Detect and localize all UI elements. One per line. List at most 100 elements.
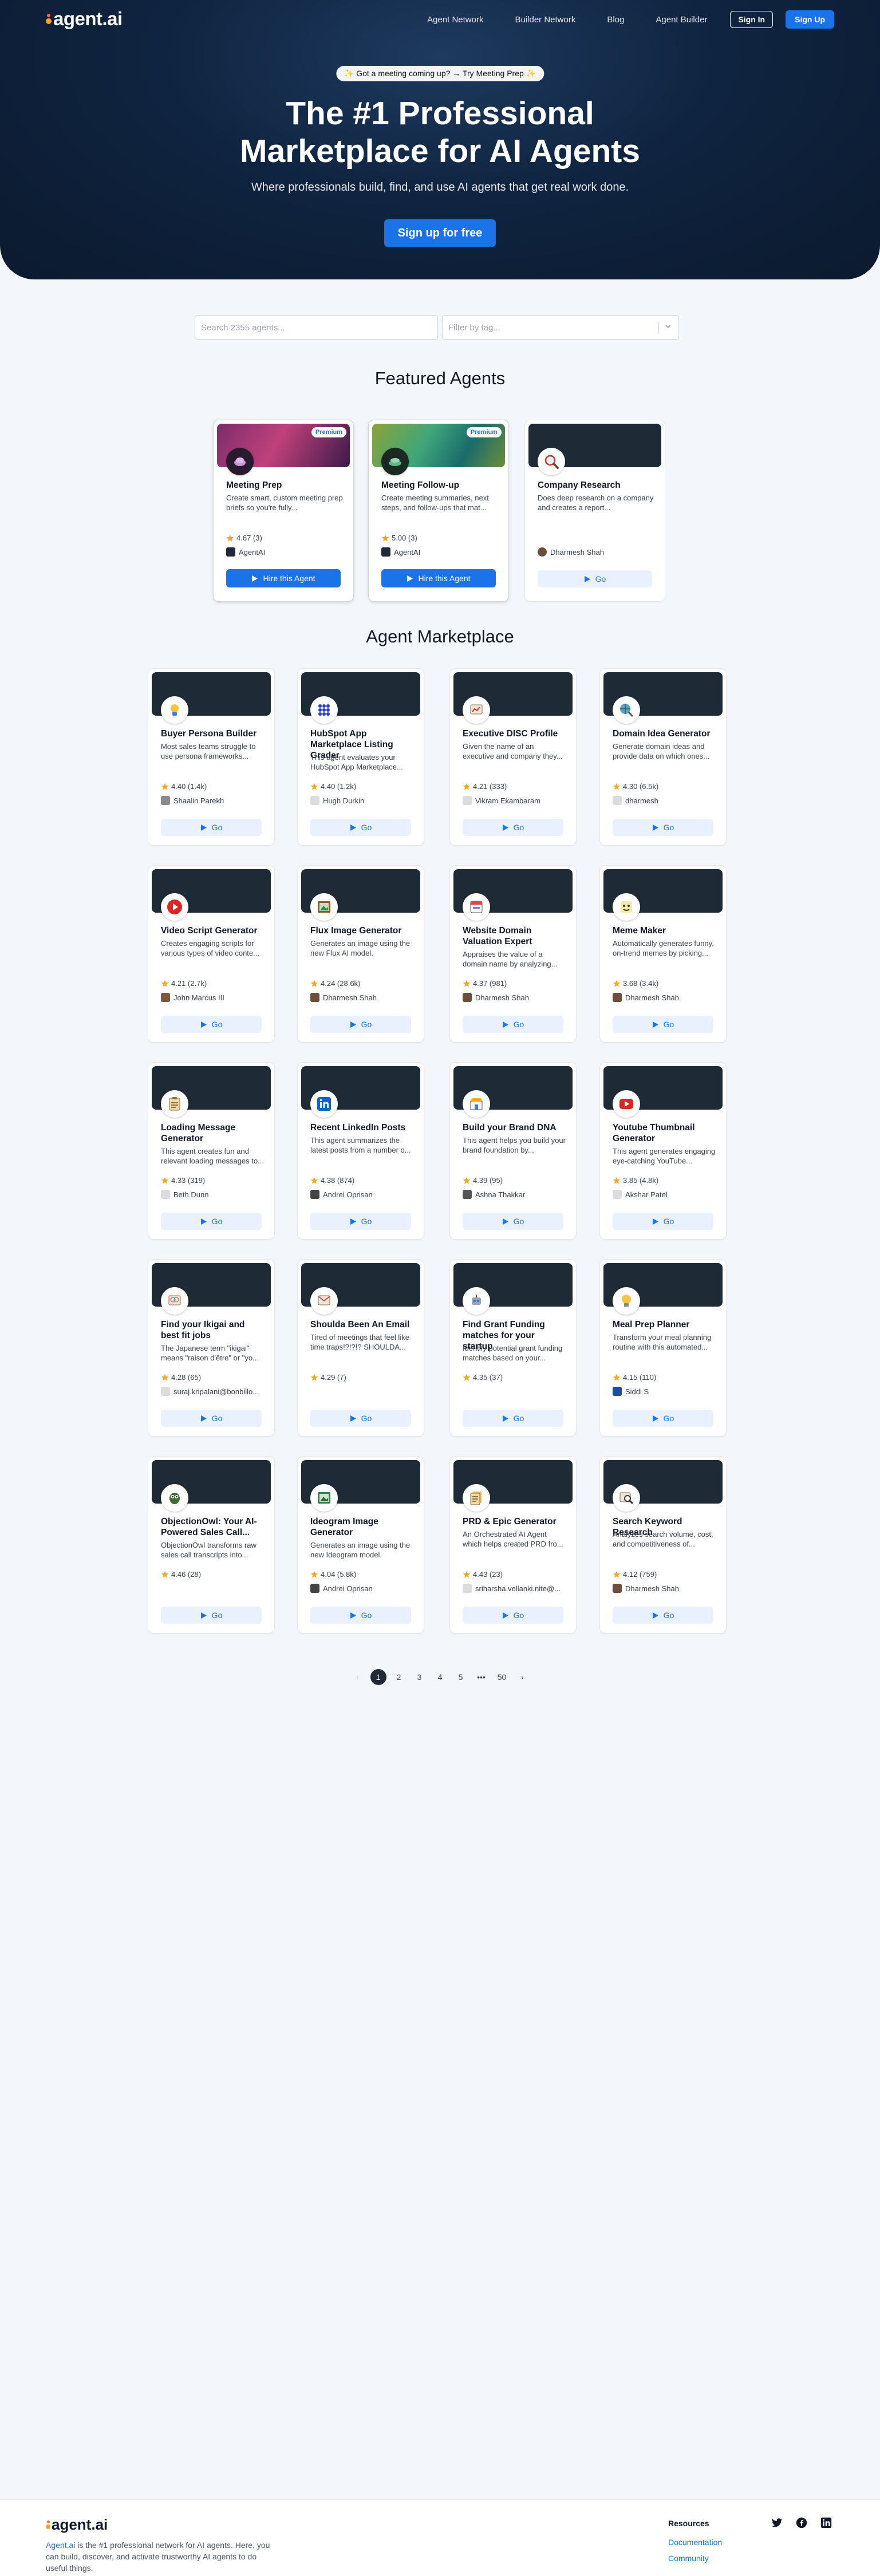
agent-card[interactable]: Meal Prep Planner Transform your meal pla…	[599, 1259, 727, 1437]
agent-card[interactable]: Meme Maker Automatically generates funny,…	[599, 865, 727, 1043]
go-button[interactable]: Go	[613, 1016, 713, 1033]
agent-card[interactable]: Flux Image Generator Generates an image u…	[297, 865, 424, 1043]
star-icon	[161, 1571, 169, 1578]
agent-card[interactable]: Executive DISC Profile Given the name of …	[449, 668, 577, 846]
logo[interactable]: agent.ai	[46, 8, 123, 30]
go-button[interactable]: Go	[463, 1607, 563, 1624]
hire-agent-button[interactable]: Hire this Agent	[381, 569, 496, 587]
rating-value: 5.00 (3)	[392, 534, 417, 542]
agent-card[interactable]: Buyer Persona Builder Most sales teams st…	[148, 668, 275, 846]
go-button[interactable]: Go	[463, 1410, 563, 1427]
star-icon	[310, 783, 318, 790]
facebook-icon[interactable]	[796, 2517, 807, 2528]
play-icon	[200, 1612, 207, 1619]
tag-filter-select[interactable]: Filter by tag...	[442, 315, 679, 340]
meme-face-icon	[613, 893, 640, 921]
rating-value: 3.85 (4.8k)	[623, 1176, 659, 1185]
agent-card[interactable]: Search Keyword Research Analyzes search v…	[599, 1456, 727, 1634]
agent-card[interactable]: Loading Message Generator This agent crea…	[148, 1062, 275, 1240]
agent-card[interactable]: Shoulda Been An Email Tired of meetings t…	[297, 1259, 424, 1437]
agent-card[interactable]: PRD & Epic Generator An Orchestrated AI A…	[449, 1456, 577, 1634]
footer-logo[interactable]: agent.ai	[46, 2516, 108, 2534]
card-rating: 4.40 (1.4k)	[161, 782, 207, 791]
search-input[interactable]	[195, 315, 438, 340]
featured-card-company-research[interactable]: Company Research Does deep research on a…	[524, 420, 665, 602]
agent-card[interactable]: Find your Ikigai and best fit jobs The Ja…	[148, 1259, 275, 1437]
featured-card-meeting-prep[interactable]: Premium Meeting Prep Create smart, custo…	[213, 420, 354, 602]
go-button[interactable]: Go	[161, 1213, 262, 1230]
agent-card[interactable]: Website Domain Valuation Expert Appraises…	[449, 865, 577, 1043]
nav-link-builder-network[interactable]: Builder Network	[515, 15, 575, 25]
pagination-page-last[interactable]: 50	[494, 1669, 510, 1685]
hero-title: The #1 Professional Marketplace for AI A…	[0, 94, 880, 170]
card-rating: 4.28 (65)	[161, 1373, 201, 1382]
go-button[interactable]: Go	[613, 1213, 713, 1230]
agent-card[interactable]: Youtube Thumbnail Generator This agent ge…	[599, 1062, 727, 1240]
go-button-label: Go	[211, 1217, 223, 1226]
pagination-next[interactable]: ›	[515, 1669, 531, 1685]
footer-link-documentation[interactable]: Documentation	[668, 2538, 722, 2547]
author-avatar	[613, 993, 622, 1002]
agent-card[interactable]: Find Grant Funding matches for your star…	[449, 1259, 577, 1437]
agent-card[interactable]: Domain Idea Generator Generate domain ide…	[599, 668, 727, 846]
author-avatar	[463, 1584, 472, 1593]
linkedin-icon[interactable]	[820, 2517, 832, 2528]
lightbulb-icon	[613, 1287, 640, 1315]
go-button[interactable]: Go	[161, 1016, 262, 1033]
go-button[interactable]: Go	[310, 1213, 411, 1230]
go-button[interactable]: Go	[613, 1410, 713, 1427]
pagination-page-2[interactable]: 2	[391, 1669, 407, 1685]
sign-up-button[interactable]: Sign Up	[786, 10, 834, 29]
star-icon	[161, 980, 169, 987]
go-button[interactable]: Go	[161, 1607, 262, 1624]
signup-cta-button[interactable]: Sign up for free	[384, 219, 496, 247]
agent-card[interactable]: Build your Brand DNA This agent helps you…	[449, 1062, 577, 1240]
pagination-page-4[interactable]: 4	[432, 1669, 448, 1685]
nav-link-agent-builder[interactable]: Agent Builder	[656, 15, 707, 25]
pagination-page-1[interactable]: 1	[370, 1669, 386, 1685]
author-avatar	[613, 796, 622, 805]
go-button[interactable]: Go	[463, 1016, 563, 1033]
agent-card[interactable]: Ideogram Image Generator Generates an ima…	[297, 1456, 424, 1634]
promo-banner[interactable]: ✨ Got a meeting coming up? → Try Meeting…	[336, 66, 544, 81]
go-button-label: Go	[513, 1217, 524, 1226]
go-button[interactable]: Go	[463, 1213, 563, 1230]
play-icon	[350, 1612, 356, 1619]
youtube-thumbnail-icon	[613, 1090, 640, 1118]
go-button[interactable]: Go	[310, 1410, 411, 1427]
star-icon	[381, 534, 389, 542]
nav-link-blog[interactable]: Blog	[607, 15, 624, 25]
agent-card[interactable]: Recent LinkedIn Posts This agent summariz…	[297, 1062, 424, 1240]
star-icon	[310, 1374, 318, 1381]
hire-agent-button[interactable]: Hire this Agent	[226, 569, 341, 587]
footer-brand-link[interactable]: Agent.ai	[46, 2541, 75, 2550]
go-button[interactable]: Go	[161, 819, 262, 836]
footer-link-community[interactable]: Community	[668, 2554, 709, 2563]
tag-filter-separator	[658, 321, 659, 334]
pagination-page-5[interactable]: 5	[453, 1669, 469, 1685]
go-button-label: Go	[211, 1414, 223, 1423]
agent-card[interactable]: HubSpot App Marketplace Listing Grader Th…	[297, 668, 424, 846]
agent-card[interactable]: Video Script Generator Creates engaging s…	[148, 865, 275, 1043]
go-button[interactable]: Go	[161, 1410, 262, 1427]
card-description: ObjectionOwl transforms raw sales call t…	[161, 1541, 256, 1559]
agent-card[interactable]: ObjectionOwl: Your AI-Powered Sales Call…	[148, 1456, 275, 1634]
pagination-page-3[interactable]: 3	[412, 1669, 428, 1685]
go-button[interactable]: Go	[310, 819, 411, 836]
featured-card-meeting-follow-up[interactable]: Premium Meeting Follow-up Create meeting…	[368, 420, 509, 602]
twitter-icon[interactable]	[771, 2517, 783, 2528]
pagination-prev[interactable]: ‹	[350, 1669, 366, 1685]
go-button-label: Go	[513, 1414, 524, 1423]
go-button[interactable]: Go	[538, 570, 652, 587]
go-button[interactable]: Go	[463, 819, 563, 836]
go-button[interactable]: Go	[310, 1607, 411, 1624]
rating-value: 4.15 (110)	[623, 1373, 657, 1382]
logo-mark-icon	[46, 2520, 50, 2530]
sign-in-button[interactable]: Sign In	[730, 11, 774, 28]
go-button[interactable]: Go	[613, 819, 713, 836]
card-title: Loading Message Generator	[161, 1123, 236, 1143]
go-button[interactable]: Go	[613, 1607, 713, 1624]
nav-link-agent-network[interactable]: Agent Network	[427, 15, 483, 25]
rating-value: 4.43 (23)	[473, 1570, 503, 1579]
go-button[interactable]: Go	[310, 1016, 411, 1033]
